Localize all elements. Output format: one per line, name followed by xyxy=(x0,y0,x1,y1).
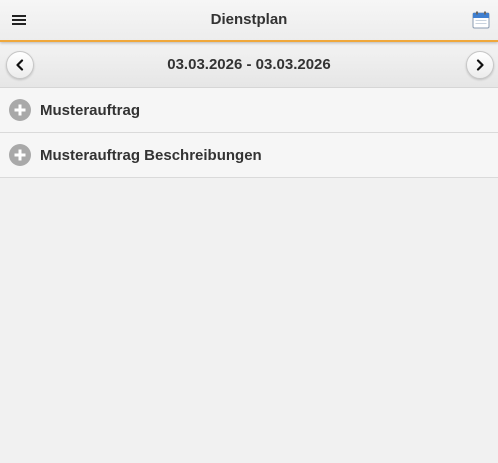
plus-circle-icon xyxy=(9,144,31,166)
list-item-musterauftrag-beschreibungen[interactable]: Musterauftrag Beschreibungen xyxy=(0,133,498,178)
calendar-icon xyxy=(472,11,490,29)
list-item-label: Musterauftrag xyxy=(40,101,141,119)
chevron-right-icon xyxy=(476,59,484,71)
app-header: Dienstplan xyxy=(0,0,498,42)
next-period-button[interactable] xyxy=(466,51,494,79)
plus-circle-icon xyxy=(9,99,31,121)
list-item-label: Musterauftrag Beschreibungen xyxy=(40,146,262,164)
date-navigation-bar: 03.03.2026 - 03.03.2026 xyxy=(0,42,498,88)
list-item-musterauftrag[interactable]: Musterauftrag xyxy=(0,88,498,133)
page-title: Dienstplan xyxy=(210,11,288,28)
calendar-button[interactable] xyxy=(470,9,492,31)
order-list: Musterauftrag Musterauftrag Beschreibung… xyxy=(0,88,498,178)
date-range-label: 03.03.2026 - 03.03.2026 xyxy=(167,56,331,73)
